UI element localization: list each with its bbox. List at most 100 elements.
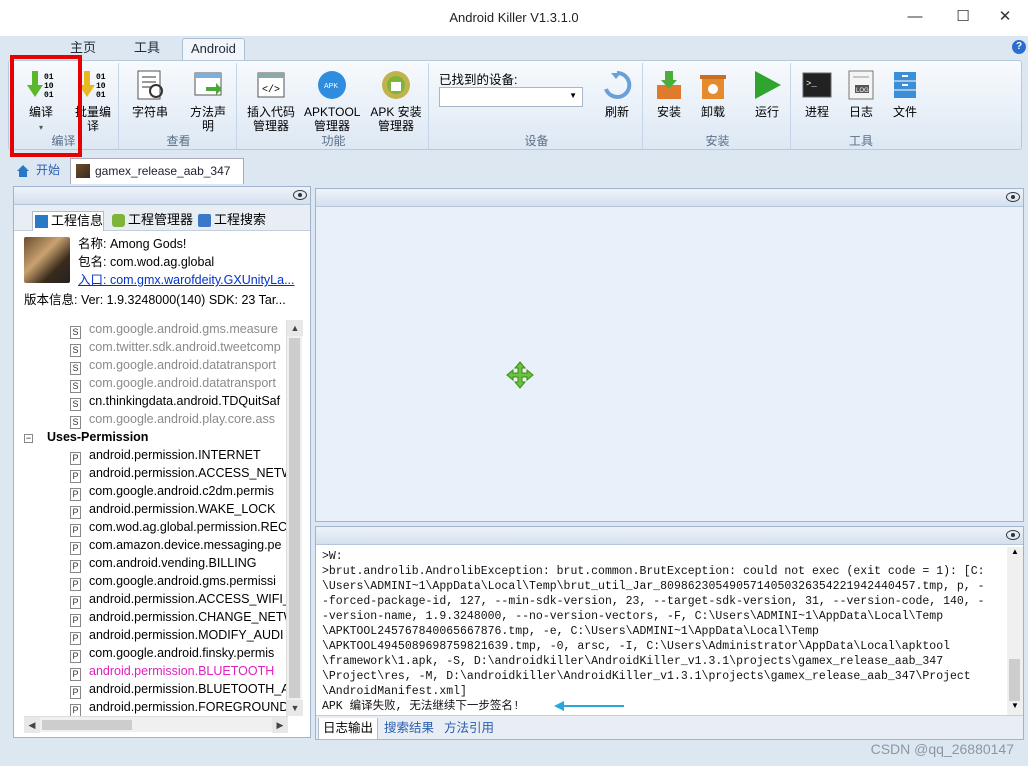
tree-item[interactable]: Pandroid.permission.BLUETOOTH_A xyxy=(70,680,290,699)
eye-icon[interactable] xyxy=(293,190,307,200)
insert-code-manager-button[interactable]: </> 插入代码管理器 xyxy=(243,67,299,133)
ribbon: 01 10 01 编译 ▾ 01 10 01 批量编译 编译 字符串 方法声明 查看 </… xyxy=(8,60,1022,150)
chevron-down-icon: ▼ xyxy=(569,91,577,100)
log-line: APK 编译失败, 无法继续下一步签名! xyxy=(322,700,520,713)
method-declare-icon xyxy=(192,69,224,101)
ribbon-tabs: 主页 工具 Android ? xyxy=(0,36,1028,60)
tree-item-label: com.twitter.sdk.android.tweetcomp xyxy=(89,340,281,354)
scroll-left-icon[interactable]: ◀ xyxy=(24,717,40,733)
tree-item-label: Uses-Permission xyxy=(47,430,149,444)
tree-item[interactable]: Pcom.android.vending.BILLING xyxy=(70,554,256,573)
tab-method-references[interactable]: 方法引用 xyxy=(440,718,498,740)
refresh-button[interactable]: 刷新 xyxy=(597,67,637,119)
scroll-thumb[interactable] xyxy=(289,338,300,698)
hscroll-thumb[interactable] xyxy=(42,720,132,730)
tab-start[interactable]: 开始 xyxy=(12,158,72,184)
tree-item-label: android.permission.BLUETOOTH xyxy=(89,664,275,678)
tree-item[interactable]: Pandroid.permission.MODIFY_AUDI xyxy=(70,626,284,645)
editor-area xyxy=(315,188,1024,522)
project-avatar-icon xyxy=(76,164,90,178)
tree-item[interactable]: Scn.thinkingdata.android.TDQuitSaf xyxy=(70,392,280,411)
tree-item[interactable]: Pandroid.permission.CHANGE_NETW xyxy=(70,608,295,627)
tree-item[interactable]: Pandroid.permission.WAKE_LOCK xyxy=(70,500,275,519)
tree-item[interactable]: Pcom.google.android.c2dm.permis xyxy=(70,482,274,501)
scroll-up-icon[interactable]: ▲ xyxy=(287,320,303,336)
apktool-manager-button[interactable]: APK APKTOOL管理器 xyxy=(303,67,361,133)
move-icon[interactable] xyxy=(506,361,534,392)
run-button[interactable]: 运行 xyxy=(747,67,787,119)
svg-text:01: 01 xyxy=(96,73,106,82)
tab-tools[interactable]: 工具 xyxy=(126,38,168,60)
console-scrollbar[interactable]: ▲ ▼ xyxy=(1007,547,1023,715)
tab-project-info[interactable]: 工程信息 xyxy=(32,211,104,231)
strings-button[interactable]: 字符串 xyxy=(125,67,175,119)
tab-search-results[interactable]: 搜索结果 xyxy=(380,718,438,740)
log-line: -version-name, 1.9.3248000, --no-version… xyxy=(322,610,944,623)
tree-item-label: android.permission.BLUETOOTH_A xyxy=(89,682,290,696)
tree-item-label: android.permission.ACCESS_NETW xyxy=(89,466,294,480)
file-icon: P xyxy=(70,704,81,716)
tree-item[interactable]: Pandroid.permission.ACCESS_NETW xyxy=(70,464,294,483)
tree-item[interactable]: Pcom.amazon.device.messaging.pe xyxy=(70,536,282,555)
eye-icon[interactable] xyxy=(1006,192,1020,202)
tree-section-header[interactable]: − Uses-Permission xyxy=(24,428,148,446)
log-line: \APKTOOL4945089698759821639.tmp, -0, ars… xyxy=(322,640,951,653)
app-package: 包名: com.wod.ag.global xyxy=(78,255,215,269)
tree-item[interactable]: Scom.google.android.datatransport xyxy=(70,356,276,375)
tree-item[interactable]: Pandroid.permission.FOREGROUND xyxy=(70,698,288,716)
maximize-button[interactable]: ☐ xyxy=(940,4,986,30)
tree-item[interactable]: Scom.google.android.datatransport xyxy=(70,374,276,393)
app-entry-link[interactable]: 入口: com.gmx.warofdeity.GXUnityLa... xyxy=(78,271,310,289)
minimize-button[interactable]: — xyxy=(892,4,938,30)
scroll-down-icon[interactable]: ▼ xyxy=(1007,701,1023,715)
console-scroll-thumb[interactable] xyxy=(1009,659,1020,701)
file-button[interactable]: 文件 xyxy=(885,67,925,119)
tab-log-output[interactable]: 日志输出 xyxy=(318,718,379,740)
tree-item-label: com.google.android.gms.measure xyxy=(89,322,278,336)
title-bar: Android Killer V1.3.1.0 — ☐ ✕ xyxy=(0,0,1028,36)
tree-vertical-scrollbar[interactable]: ▲ ▼ xyxy=(286,320,303,716)
scroll-down-icon[interactable]: ▼ xyxy=(287,700,303,716)
tree-item[interactable]: Pandroid.permission.INTERNET xyxy=(70,446,261,465)
device-select[interactable]: ▼ xyxy=(439,87,583,107)
tree-item-label: com.amazon.device.messaging.pe xyxy=(89,538,282,552)
tree-item-label: com.google.android.finsky.permis xyxy=(89,646,275,660)
uninstall-button[interactable]: 卸载 xyxy=(693,67,733,119)
apktool-icon: APK xyxy=(316,69,348,101)
tree-item[interactable]: Scom.twitter.sdk.android.tweetcomp xyxy=(70,338,281,357)
install-button[interactable]: 安装 xyxy=(649,67,689,119)
group-device: 已找到的设备: ▼ 刷新 设备 xyxy=(431,63,643,149)
close-button[interactable]: ✕ xyxy=(982,4,1028,30)
tree-item[interactable]: Pandroid.permission.ACCESS_WIFI_ xyxy=(70,590,290,609)
tree-item-label: com.google.android.datatransport xyxy=(89,358,276,372)
tree-item[interactable]: Pcom.google.android.finsky.permis xyxy=(70,644,275,663)
svg-text:LOG: LOG xyxy=(856,88,869,94)
tree-item-label: android.permission.ACCESS_WIFI_ xyxy=(89,592,290,606)
console-tabs: 日志输出 搜索结果 方法引用 xyxy=(316,715,1023,740)
tree-item[interactable]: Pandroid.permission.BLUETOOTH xyxy=(70,662,275,681)
terminal-icon: >_ xyxy=(801,69,833,101)
tab-project-manager[interactable]: 工程管理器 xyxy=(110,211,194,231)
tab-android[interactable]: Android xyxy=(182,38,245,60)
version-info: 版本信息: Ver: 1.9.3248000(140) SDK: 23 Tar.… xyxy=(24,293,286,307)
tree-item[interactable]: Pcom.google.android.gms.permissi xyxy=(70,572,276,591)
group-title-tools: 工具 xyxy=(848,134,873,148)
log-button[interactable]: LOG 日志 xyxy=(841,67,881,119)
tab-project[interactable]: gamex_release_aab_347 xyxy=(70,158,244,184)
process-button[interactable]: >_ 进程 xyxy=(797,67,837,119)
panel-header xyxy=(14,187,310,205)
play-icon xyxy=(751,69,783,101)
scroll-up-icon[interactable]: ▲ xyxy=(1007,547,1023,561)
tree-item[interactable]: Pcom.wod.ag.global.permission.REC xyxy=(70,518,287,537)
apk-install-manager-button[interactable]: APK 安装管理器 xyxy=(367,67,425,133)
collapse-icon[interactable]: − xyxy=(24,434,33,443)
tree-horizontal-scrollbar[interactable]: ◀ ▶ xyxy=(24,716,288,733)
scroll-right-icon[interactable]: ▶ xyxy=(272,717,288,733)
tree-item[interactable]: Scom.google.android.gms.measure xyxy=(70,320,278,339)
log-line: \AndroidManifest.xml] xyxy=(322,685,467,698)
tree-item[interactable]: Scom.google.android.play.core.ass xyxy=(70,410,275,429)
help-icon[interactable]: ? xyxy=(1012,40,1026,54)
eye-icon[interactable] xyxy=(1006,530,1020,540)
tab-project-search[interactable]: 工程搜索 xyxy=(196,211,282,231)
method-declare-button[interactable]: 方法声明 xyxy=(183,67,233,133)
